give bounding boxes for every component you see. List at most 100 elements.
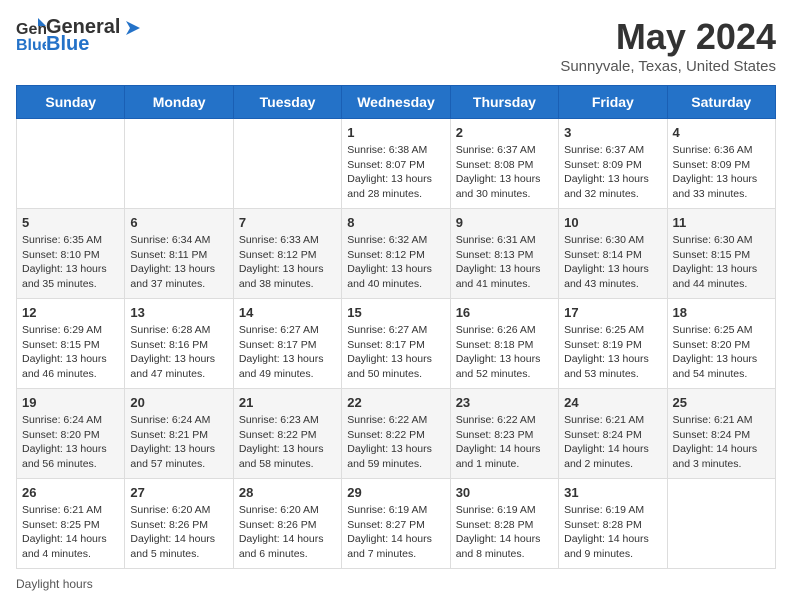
day-info: Sunrise: 6:21 AM Sunset: 8:24 PM Dayligh…: [673, 413, 770, 472]
day-info: Sunrise: 6:20 AM Sunset: 8:26 PM Dayligh…: [130, 503, 227, 562]
logo-blue-text: Blue: [46, 33, 89, 56]
day-cell-0-4: 2 Sunrise: 6:37 AM Sunset: 8:08 PM Daylig…: [450, 119, 558, 209]
day-number: 6: [130, 215, 227, 230]
day-cell-4-4: 30Sunrise: 6:19 AM Sunset: 8:28 PM Dayli…: [450, 479, 558, 569]
day-number: 30: [456, 485, 553, 500]
day-number: 27: [130, 485, 227, 500]
day-cell-1-5: 10 Sunrise: 6:30 AM Sunset: 8:14 PM Dayli…: [559, 209, 667, 299]
day-info: Sunrise: 6:24 AM Sunset: 8:21 PM Dayligh…: [130, 413, 227, 472]
day-info: Sunrise: 6:21 AM Sunset: 8:24 PM Dayligh…: [564, 413, 661, 472]
day-cell-2-4: 16Sunrise: 6:26 AM Sunset: 8:18 PM Dayli…: [450, 299, 558, 389]
footer: Daylight hours: [16, 577, 776, 591]
day-number: 7: [239, 215, 336, 230]
day-number: 26: [22, 485, 119, 500]
day-info: Sunrise: 6:33 AM Sunset: 8:12 PM Dayligh…: [239, 233, 336, 292]
day-info: Sunrise: 6:19 AM Sunset: 8:27 PM Dayligh…: [347, 503, 444, 562]
day-number: 9: [456, 215, 553, 230]
day-info: Sunrise: 6:30 AM Sunset: 8:14 PM Dayligh…: [564, 233, 661, 292]
day-cell-1-2: 7 Sunrise: 6:33 AM Sunset: 8:12 PM Daylig…: [233, 209, 341, 299]
day-cell-2-6: 18 Sunrise: 6:25 AM Sunset: 8:20 PM Dayli…: [667, 299, 775, 389]
day-number: 29: [347, 485, 444, 500]
daylight-label: Daylight hours: [16, 577, 93, 591]
day-cell-4-3: 29 Sunrise: 6:19 AM Sunset: 8:27 PM Dayli…: [342, 479, 450, 569]
day-cell-0-0: [17, 119, 125, 209]
logo-icon: General Blue: [16, 16, 46, 61]
main-title: May 2024: [560, 16, 776, 58]
day-cell-2-2: 14Sunrise: 6:27 AM Sunset: 8:17 PM Dayli…: [233, 299, 341, 389]
day-cell-4-1: 27 Sunrise: 6:20 AM Sunset: 8:26 PM Dayli…: [125, 479, 233, 569]
day-info: Sunrise: 6:23 AM Sunset: 8:22 PM Dayligh…: [239, 413, 336, 472]
day-info: Sunrise: 6:36 AM Sunset: 8:09 PM Dayligh…: [673, 143, 770, 202]
day-cell-4-2: 28Sunrise: 6:20 AM Sunset: 8:26 PM Dayli…: [233, 479, 341, 569]
day-cell-1-3: 8 Sunrise: 6:32 AM Sunset: 8:12 PM Daylig…: [342, 209, 450, 299]
day-cell-1-4: 9 Sunrise: 6:31 AM Sunset: 8:13 PM Daylig…: [450, 209, 558, 299]
day-cell-2-1: 13 Sunrise: 6:28 AM Sunset: 8:16 PM Dayli…: [125, 299, 233, 389]
day-info: Sunrise: 6:28 AM Sunset: 8:16 PM Dayligh…: [130, 323, 227, 382]
day-info: Sunrise: 6:22 AM Sunset: 8:23 PM Dayligh…: [456, 413, 553, 472]
logo-arrow-icon: [122, 17, 144, 39]
page-container: General Blue General Blue May 2024 Sunny…: [16, 16, 776, 591]
day-number: 21: [239, 395, 336, 410]
day-number: 20: [130, 395, 227, 410]
day-cell-2-0: 12 Sunrise: 6:29 AM Sunset: 8:15 PM Dayli…: [17, 299, 125, 389]
day-number: 18: [673, 305, 770, 320]
day-info: Sunrise: 6:27 AM Sunset: 8:17 PM Dayligh…: [347, 323, 444, 382]
day-number: 22: [347, 395, 444, 410]
subtitle: Sunnyvale, Texas, United States: [560, 58, 776, 75]
week-row-1: 5Sunrise: 6:35 AM Sunset: 8:10 PM Daylig…: [17, 209, 776, 299]
day-info: Sunrise: 6:37 AM Sunset: 8:08 PM Dayligh…: [456, 143, 553, 202]
day-cell-3-2: 21 Sunrise: 6:23 AM Sunset: 8:22 PM Dayli…: [233, 389, 341, 479]
day-cell-0-2: [233, 119, 341, 209]
col-monday: Monday: [125, 86, 233, 119]
day-number: 17: [564, 305, 661, 320]
col-sunday: Sunday: [17, 86, 125, 119]
day-cell-3-4: 23Sunrise: 6:22 AM Sunset: 8:23 PM Dayli…: [450, 389, 558, 479]
day-cell-3-3: 22 Sunrise: 6:22 AM Sunset: 8:22 PM Dayli…: [342, 389, 450, 479]
day-number: 3: [564, 125, 661, 140]
day-number: 8: [347, 215, 444, 230]
col-thursday: Thursday: [450, 86, 558, 119]
day-info: Sunrise: 6:38 AM Sunset: 8:07 PM Dayligh…: [347, 143, 444, 202]
day-number: 24: [564, 395, 661, 410]
day-info: Sunrise: 6:32 AM Sunset: 8:12 PM Dayligh…: [347, 233, 444, 292]
calendar-header-row: Sunday Monday Tuesday Wednesday Thursday…: [17, 86, 776, 119]
week-row-4: 26 Sunrise: 6:21 AM Sunset: 8:25 PM Dayli…: [17, 479, 776, 569]
col-tuesday: Tuesday: [233, 86, 341, 119]
day-number: 12: [22, 305, 119, 320]
day-cell-3-1: 20 Sunrise: 6:24 AM Sunset: 8:21 PM Dayli…: [125, 389, 233, 479]
day-info: Sunrise: 6:21 AM Sunset: 8:25 PM Dayligh…: [22, 503, 119, 562]
day-number: 13: [130, 305, 227, 320]
day-info: Sunrise: 6:25 AM Sunset: 8:20 PM Dayligh…: [673, 323, 770, 382]
day-info: Sunrise: 6:25 AM Sunset: 8:19 PM Dayligh…: [564, 323, 661, 382]
day-number: 10: [564, 215, 661, 230]
week-row-3: 19 Sunrise: 6:24 AM Sunset: 8:20 PM Dayli…: [17, 389, 776, 479]
col-wednesday: Wednesday: [342, 86, 450, 119]
day-info: Sunrise: 6:31 AM Sunset: 8:13 PM Dayligh…: [456, 233, 553, 292]
day-number: 1: [347, 125, 444, 140]
day-cell-0-5: 3Sunrise: 6:37 AM Sunset: 8:09 PM Daylig…: [559, 119, 667, 209]
logo-stacked: General Blue: [46, 16, 144, 56]
day-number: 2: [456, 125, 553, 140]
day-number: 15: [347, 305, 444, 320]
col-saturday: Saturday: [667, 86, 775, 119]
day-cell-0-1: [125, 119, 233, 209]
day-info: Sunrise: 6:24 AM Sunset: 8:20 PM Dayligh…: [22, 413, 119, 472]
day-cell-0-3: 1 Sunrise: 6:38 AM Sunset: 8:07 PM Daylig…: [342, 119, 450, 209]
title-area: May 2024 Sunnyvale, Texas, United States: [560, 16, 776, 75]
day-info: Sunrise: 6:29 AM Sunset: 8:15 PM Dayligh…: [22, 323, 119, 382]
day-number: 28: [239, 485, 336, 500]
svg-text:Blue: Blue: [16, 37, 46, 54]
day-cell-3-6: 25Sunrise: 6:21 AM Sunset: 8:24 PM Dayli…: [667, 389, 775, 479]
day-number: 5: [22, 215, 119, 230]
day-cell-1-1: 6Sunrise: 6:34 AM Sunset: 8:11 PM Daylig…: [125, 209, 233, 299]
day-cell-0-6: 4 Sunrise: 6:36 AM Sunset: 8:09 PM Daylig…: [667, 119, 775, 209]
week-row-0: 1 Sunrise: 6:38 AM Sunset: 8:07 PM Daylig…: [17, 119, 776, 209]
day-info: Sunrise: 6:30 AM Sunset: 8:15 PM Dayligh…: [673, 233, 770, 292]
day-info: Sunrise: 6:26 AM Sunset: 8:18 PM Dayligh…: [456, 323, 553, 382]
day-cell-4-5: 31Sunrise: 6:19 AM Sunset: 8:28 PM Dayli…: [559, 479, 667, 569]
day-number: 4: [673, 125, 770, 140]
logo: General Blue: [16, 16, 46, 61]
day-cell-2-5: 17 Sunrise: 6:25 AM Sunset: 8:19 PM Dayli…: [559, 299, 667, 389]
day-number: 19: [22, 395, 119, 410]
day-info: Sunrise: 6:22 AM Sunset: 8:22 PM Dayligh…: [347, 413, 444, 472]
